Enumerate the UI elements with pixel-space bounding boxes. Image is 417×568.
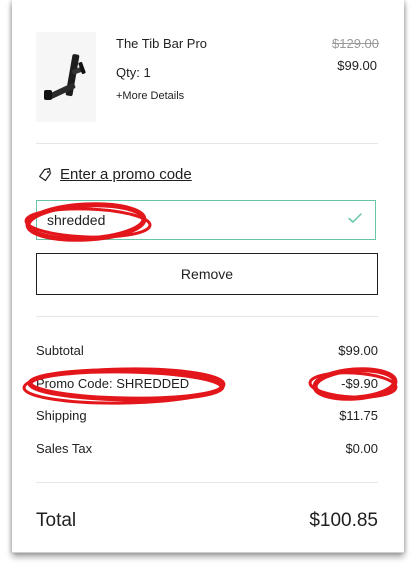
shipping-value: $11.75 — [339, 408, 378, 423]
more-details-link[interactable]: +More Details — [116, 90, 184, 102]
divider-mid — [36, 316, 378, 317]
sale-price: $99.00 — [337, 58, 377, 73]
promo-code-input[interactable] — [36, 200, 376, 240]
tag-icon — [39, 167, 51, 181]
original-price: $129.00 — [332, 36, 379, 51]
divider-bottom — [36, 482, 378, 483]
quantity-text: Qty: 1 — [116, 65, 151, 80]
promo-code-link[interactable]: Enter a promo code — [38, 166, 192, 183]
divider-top — [36, 143, 378, 144]
total-label: Total — [36, 510, 77, 531]
promo-discount-value: -$9.90 — [341, 376, 378, 391]
product-name: The Tib Bar Pro — [116, 36, 208, 51]
tib-bar-product-icon — [44, 54, 86, 100]
total-value: $100.85 — [309, 510, 378, 531]
subtotal-value: $99.00 — [338, 343, 378, 358]
check-icon — [348, 213, 362, 223]
remove-promo-button[interactable]: Remove — [36, 253, 378, 295]
sales-tax-value: $0.00 — [345, 441, 378, 456]
product-thumbnail[interactable] — [36, 32, 96, 122]
subtotal-label: Subtotal — [36, 343, 84, 358]
shipping-label: Shipping — [36, 408, 87, 423]
sales-tax-label: Sales Tax — [36, 441, 93, 456]
promo-link-label: Enter a promo code — [60, 166, 192, 183]
promo-discount-label: Promo Code: SHREDDED — [36, 376, 190, 391]
